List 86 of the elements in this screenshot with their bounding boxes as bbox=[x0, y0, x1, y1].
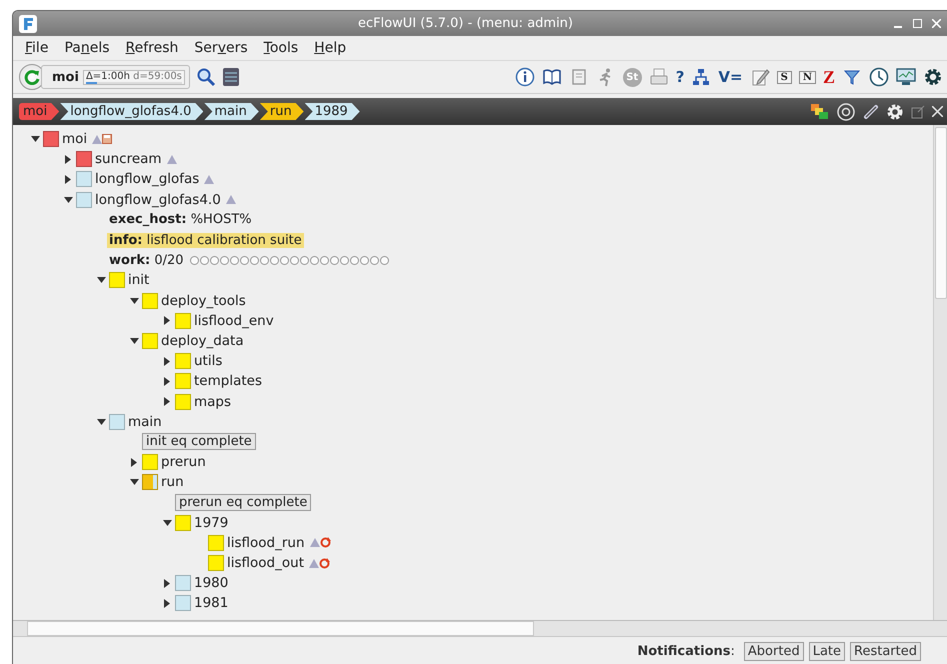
node-name[interactable]: longflow_glofas bbox=[95, 171, 200, 188]
expand-arrow-icon[interactable] bbox=[65, 154, 71, 164]
trigger-expression: prerun eq complete bbox=[175, 494, 312, 511]
node-name[interactable]: lisflood_out bbox=[227, 555, 304, 572]
clock-icon[interactable] bbox=[869, 67, 889, 87]
node-name[interactable]: longflow_glofas4.0 bbox=[95, 192, 221, 208]
node-name[interactable]: lisflood_env bbox=[194, 312, 274, 329]
node-name[interactable]: lisflood_run bbox=[227, 534, 305, 551]
z-icon[interactable]: Z bbox=[822, 66, 835, 88]
edit-icon[interactable] bbox=[750, 67, 770, 87]
collapse-arrow-icon[interactable] bbox=[96, 418, 106, 425]
window-title: ecFlowUI (5.7.0) - (menu: admin) bbox=[356, 16, 574, 31]
maximize-icon[interactable] bbox=[913, 19, 922, 28]
menu-item[interactable]: File bbox=[17, 40, 56, 56]
node-name[interactable]: 1981 bbox=[194, 595, 228, 612]
expand-arrow-icon[interactable] bbox=[164, 397, 170, 406]
node-name[interactable]: utils bbox=[194, 353, 222, 370]
note-icon[interactable]: S bbox=[776, 70, 792, 84]
note-icon[interactable]: N bbox=[798, 70, 816, 84]
close-icon[interactable] bbox=[932, 106, 943, 117]
node-name[interactable]: deploy_tools bbox=[161, 292, 246, 309]
expand-arrow-icon[interactable] bbox=[164, 376, 170, 386]
node-name[interactable]: run bbox=[161, 474, 184, 490]
collapse-arrow-icon[interactable] bbox=[30, 136, 40, 142]
node-name[interactable]: templates bbox=[194, 373, 262, 390]
horizontal-scrollbar[interactable] bbox=[13, 621, 947, 637]
at-sign-icon[interactable] bbox=[836, 102, 856, 122]
detach-icon[interactable] bbox=[911, 104, 925, 118]
info-label: info: lisflood calibration suite bbox=[107, 232, 304, 248]
breadcrumb-item[interactable]: main bbox=[204, 103, 259, 120]
notification-button[interactable]: Restarted bbox=[850, 642, 921, 660]
collapse-arrow-icon[interactable] bbox=[130, 298, 138, 304]
node-name[interactable]: moi bbox=[62, 131, 88, 148]
expand-arrow-icon[interactable] bbox=[164, 578, 170, 588]
settings-icon[interactable] bbox=[886, 102, 904, 120]
expand-arrow-icon[interactable] bbox=[164, 598, 170, 608]
vertical-scrollbar[interactable] bbox=[933, 125, 947, 620]
link-icon[interactable] bbox=[863, 104, 879, 120]
glyph-icon[interactable]: V= bbox=[718, 68, 743, 86]
menu-item[interactable]: Help bbox=[306, 40, 354, 56]
server-icon[interactable] bbox=[222, 67, 240, 87]
collapse-arrow-icon[interactable] bbox=[130, 479, 138, 486]
refresh-icon bbox=[24, 69, 40, 85]
expand-arrow-icon[interactable] bbox=[164, 356, 170, 366]
collapse-arrow-icon[interactable] bbox=[96, 277, 106, 284]
settings-icon[interactable] bbox=[923, 67, 943, 87]
notification-button[interactable]: Aborted bbox=[744, 642, 804, 660]
notification-button[interactable]: Late bbox=[808, 642, 846, 660]
breadcrumb-item[interactable]: run bbox=[260, 103, 304, 120]
node-name[interactable]: main bbox=[128, 414, 162, 430]
breadcrumb-item[interactable]: moi bbox=[19, 103, 60, 120]
search-icon[interactable] bbox=[196, 67, 216, 87]
trigger-expression: init eq complete bbox=[142, 433, 256, 450]
expand-arrow-icon[interactable] bbox=[65, 174, 71, 184]
printer-icon[interactable] bbox=[648, 67, 669, 87]
collapse-arrow-icon[interactable] bbox=[130, 338, 138, 344]
layers-icon[interactable] bbox=[811, 104, 829, 120]
refresh-timer: Δ=1:00h d=59:00s bbox=[86, 70, 182, 82]
node-name[interactable]: deploy_data bbox=[161, 332, 244, 349]
node-name[interactable]: maps bbox=[194, 394, 232, 410]
expand-arrow-icon[interactable] bbox=[131, 458, 137, 467]
meter-label: work: 0/20 bbox=[108, 252, 185, 268]
breadcrumb-item[interactable]: 1989 bbox=[304, 103, 360, 120]
book-icon[interactable] bbox=[542, 67, 562, 87]
menu-item[interactable]: Panels bbox=[56, 40, 118, 56]
menu-item[interactable]: Refresh bbox=[118, 40, 186, 56]
glyph-icon[interactable]: ? bbox=[676, 68, 684, 86]
info-icon[interactable] bbox=[514, 67, 535, 87]
hierarchy-icon[interactable] bbox=[691, 67, 712, 87]
collapse-arrow-icon[interactable] bbox=[162, 520, 172, 526]
menu-item[interactable]: Servers bbox=[186, 40, 256, 56]
expand-arrow-icon[interactable] bbox=[164, 316, 170, 326]
meter-circles-icon bbox=[190, 256, 389, 265]
node-name[interactable]: suncream bbox=[95, 151, 162, 168]
node-name[interactable]: 1979 bbox=[194, 514, 228, 531]
app-logo-icon bbox=[19, 14, 37, 32]
monitor-icon[interactable] bbox=[896, 67, 916, 87]
node-name[interactable]: 1980 bbox=[194, 575, 228, 592]
breadcrumb-item[interactable]: longflow_glofas4.0 bbox=[60, 103, 204, 120]
server-name: moi bbox=[52, 70, 79, 84]
node-name[interactable]: prerun bbox=[161, 454, 206, 470]
notifications-label: Notifications: bbox=[637, 644, 735, 658]
variable-label: exec_host: %HOST% bbox=[108, 212, 253, 228]
menu-item[interactable]: Tools bbox=[256, 40, 306, 56]
collapse-arrow-icon[interactable] bbox=[64, 196, 72, 203]
node-name[interactable]: init bbox=[128, 272, 150, 288]
